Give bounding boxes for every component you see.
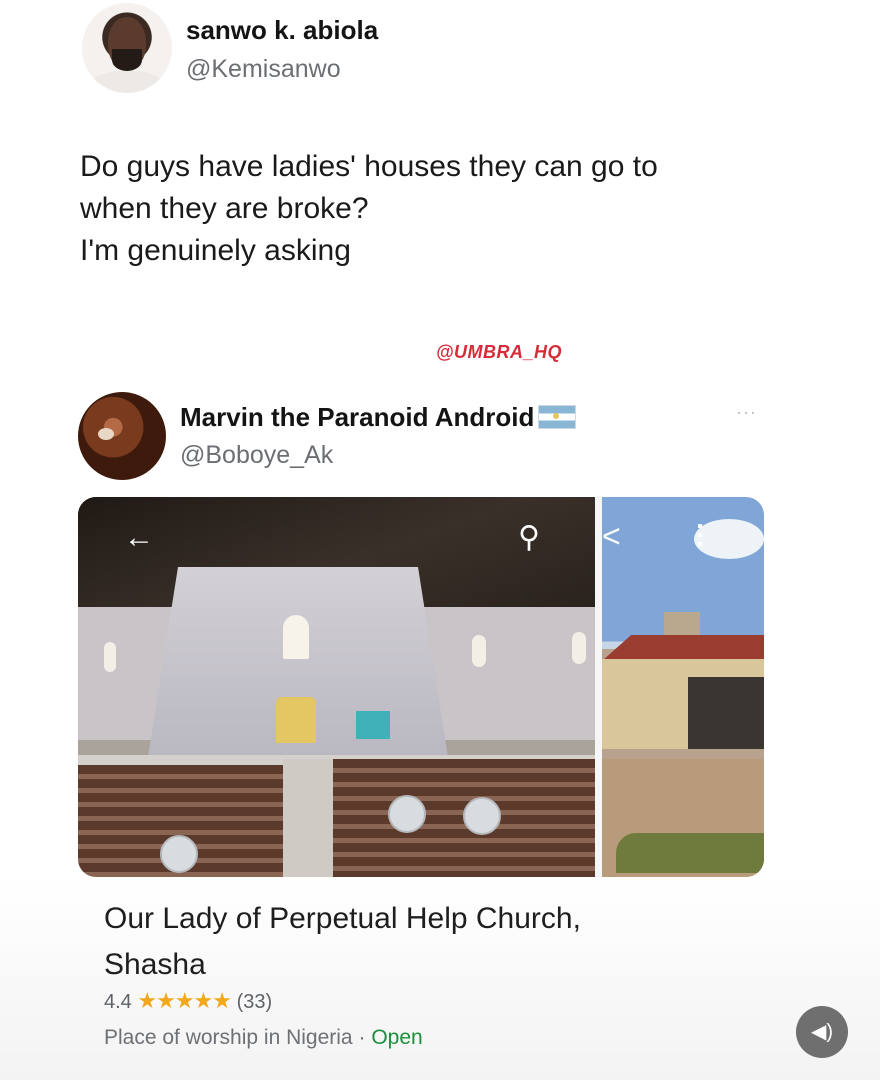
photo-fan xyxy=(160,835,198,873)
open-status: Open xyxy=(371,1026,423,1049)
place-title-line: Our Lady of Perpetual Help Church, xyxy=(104,902,581,935)
watermark: @UMBRA_HQ xyxy=(436,342,563,362)
avatar-kemisanwo[interactable] xyxy=(82,3,172,93)
more-options-icon[interactable]: ··· xyxy=(736,402,757,423)
photo-fan xyxy=(388,795,426,833)
rating-row[interactable]: 4.4 ★★★★★ (33) xyxy=(104,988,272,1014)
tweet1-text: Do guys have ladies' houses they can go … xyxy=(80,146,800,272)
place-title-line: Shasha xyxy=(104,948,206,981)
tweet2-name-text: Marvin the Paranoid Android xyxy=(180,402,535,432)
tweet2-handle[interactable]: @Boboye_Ak xyxy=(180,441,333,470)
photo-window xyxy=(283,615,309,659)
rating-stars-icon: ★★★★★ xyxy=(137,988,232,1013)
avatar-beard xyxy=(112,49,142,71)
tweet1-line: I'm genuinely asking xyxy=(80,234,351,267)
photo-doorway xyxy=(688,677,764,749)
church-interior-photo[interactable] xyxy=(78,497,595,877)
tweet2-display-name[interactable]: Marvin the Paranoid Android xyxy=(180,402,577,433)
avatar-highlight xyxy=(98,428,114,440)
photo-fan xyxy=(463,797,501,835)
photo-roof xyxy=(602,635,764,661)
photo-window xyxy=(472,635,486,667)
photo-altar-cloth xyxy=(356,711,390,739)
back-arrow-icon[interactable]: ← xyxy=(124,523,154,553)
church-exterior-photo[interactable] xyxy=(602,497,764,877)
sound-button[interactable]: ◀) xyxy=(796,1006,848,1058)
photo-window xyxy=(572,632,586,664)
photo-grass xyxy=(616,833,764,873)
photo-window xyxy=(104,642,116,672)
share-icon[interactable]: < xyxy=(602,520,621,552)
photo-aisle xyxy=(283,759,333,877)
search-icon[interactable]: ⚲ xyxy=(518,523,540,553)
tweet1-line: Do guys have ladies' houses they can go … xyxy=(80,150,658,183)
separator-dot: · xyxy=(358,1026,366,1049)
place-photo-card[interactable]: ← ⚲ < … xyxy=(78,497,764,877)
avatar-shirt xyxy=(90,71,164,93)
tweet1-line: when they are broke? xyxy=(80,192,369,225)
rating-value: 4.4 xyxy=(104,991,132,1013)
place-category: Place of worship in Nigeria · Open xyxy=(104,1026,423,1050)
review-count: (33) xyxy=(236,991,273,1013)
tweet1-display-name[interactable]: sanwo k. abiola xyxy=(186,15,378,46)
avatar-boboye[interactable] xyxy=(78,392,166,480)
place-title[interactable]: Our Lady of Perpetual Help Church, Shash… xyxy=(104,896,744,988)
place-type-text: Place of worship in Nigeria xyxy=(104,1026,353,1049)
flag-icon xyxy=(538,405,577,429)
tweet1-handle[interactable]: @Kemisanwo xyxy=(186,55,341,84)
kebab-menu-icon[interactable]: … xyxy=(692,521,723,543)
photo-altar xyxy=(276,697,316,743)
